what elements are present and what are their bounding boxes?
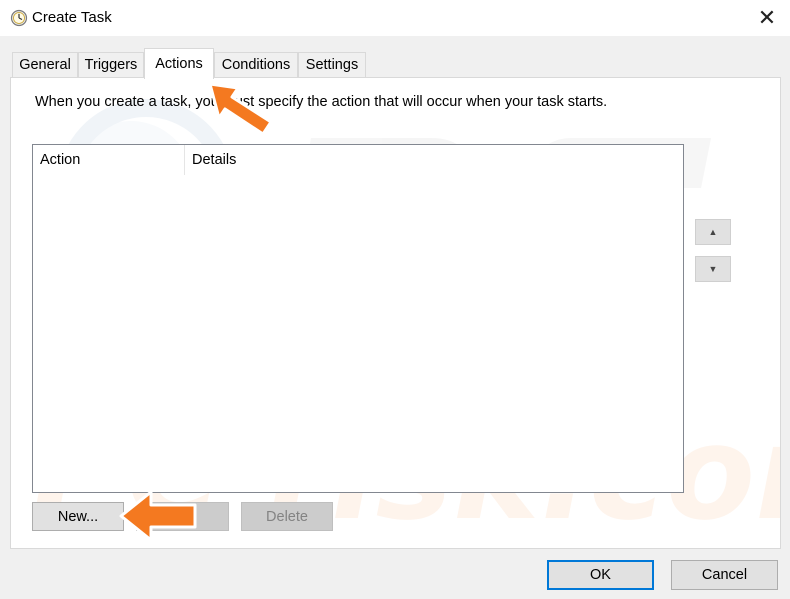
window-title: Create Task [32, 9, 112, 26]
close-icon: ✕ [757, 5, 777, 30]
actions-tab-panel: PC risk.com When you create a task, you … [10, 77, 781, 549]
new-action-button[interactable]: New... [32, 502, 124, 531]
annotation-arrow-new [119, 490, 197, 542]
annotation-arrow-tabs [208, 82, 273, 136]
title-bar: Create Task ✕ [0, 0, 790, 36]
actions-list[interactable]: Action Details [32, 144, 684, 493]
cancel-button[interactable]: Cancel [671, 560, 778, 590]
close-button[interactable]: ✕ [744, 0, 790, 36]
tab-general[interactable]: General [12, 52, 78, 77]
move-up-button[interactable]: ▲ [695, 219, 731, 245]
instruction-text: When you create a task, you must specify… [35, 94, 608, 110]
delete-action-button[interactable]: Delete [241, 502, 333, 531]
tab-actions[interactable]: Actions [144, 48, 214, 79]
tab-settings[interactable]: Settings [298, 52, 366, 77]
triangle-up-icon: ▲ [708, 227, 718, 237]
move-down-button[interactable]: ▼ [695, 256, 731, 282]
column-header-action[interactable]: Action [40, 145, 180, 175]
column-separator[interactable] [184, 145, 185, 175]
triangle-down-icon: ▼ [708, 264, 718, 274]
ok-button[interactable]: OK [547, 560, 654, 590]
task-scheduler-clock-icon [10, 9, 28, 27]
tab-conditions[interactable]: Conditions [214, 52, 298, 77]
tab-triggers[interactable]: Triggers [78, 52, 144, 77]
column-header-details[interactable]: Details [192, 145, 392, 175]
